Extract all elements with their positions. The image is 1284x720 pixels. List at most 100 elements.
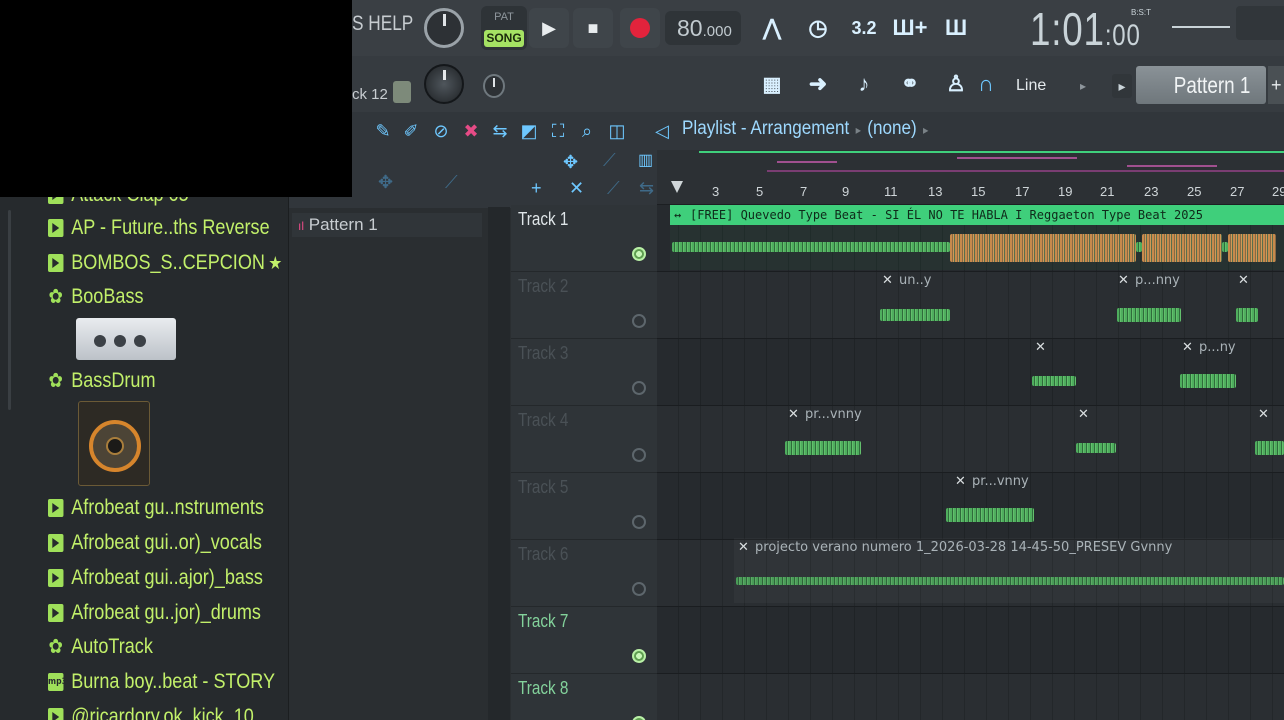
mixer-icon[interactable]: ♙ xyxy=(936,64,976,104)
track-header[interactable]: Track 2 xyxy=(511,272,657,339)
step-edit-icon[interactable]: Ш+ xyxy=(890,8,930,48)
browser-item[interactable]: ✿ AutoTrack xyxy=(48,632,153,662)
track-enable-led[interactable] xyxy=(632,448,646,462)
draw-tool-icon[interactable]: ✎ xyxy=(372,120,394,142)
clip-label[interactable]: ✕ xyxy=(1035,340,1048,355)
browser-item[interactable]: ✿ BooBass xyxy=(48,282,144,312)
bar-number: 21 xyxy=(1100,184,1115,199)
clip-label[interactable]: ✕ pr...vnny xyxy=(955,474,1029,489)
track-header[interactable]: Track 6 xyxy=(511,540,657,607)
keyboard-icon[interactable]: ▦ xyxy=(752,64,792,104)
song-label: SONG xyxy=(484,30,524,47)
track-header[interactable]: Track 1 xyxy=(511,205,657,272)
close-icon[interactable]: ✕ xyxy=(1078,407,1089,422)
track-enable-led[interactable] xyxy=(632,649,646,663)
close-icon[interactable]: ✕ xyxy=(788,407,799,422)
arrow-right-icon[interactable]: ➜ xyxy=(798,64,838,104)
menu-help[interactable]: S HELP xyxy=(352,12,413,36)
close-icon[interactable]: ✕ xyxy=(738,540,749,555)
blend-notes-icon[interactable]: Ш xyxy=(936,8,976,48)
close-icon[interactable]: ✕ xyxy=(1035,340,1046,355)
snap-select[interactable]: Line ▸ xyxy=(1012,72,1094,100)
mute-tool-icon[interactable]: ✖ xyxy=(460,120,482,142)
track-enable-led[interactable] xyxy=(632,515,646,529)
tempo-display[interactable]: 80.000 xyxy=(665,11,741,45)
browser-item[interactable]: Afrobeat gui..ajor)_bass xyxy=(48,563,263,593)
pat-song-toggle[interactable]: PAT SONG xyxy=(481,6,527,50)
track-enable-led[interactable] xyxy=(632,314,646,328)
song-position-clock[interactable]: 1:01:00 xyxy=(1030,2,1141,56)
master-volume-knob[interactable] xyxy=(424,8,464,48)
piano-roll-icon[interactable]: ♪ xyxy=(844,64,884,104)
countdown-icon[interactable]: 3.2 xyxy=(844,8,884,48)
link-icon[interactable]: ⚭ xyxy=(890,64,930,104)
pattern-select[interactable]: Pattern 1 xyxy=(1136,66,1266,104)
close-icon[interactable]: ✕ xyxy=(1258,407,1269,422)
track-lane[interactable] xyxy=(657,674,1284,720)
browser-item[interactable]: AP - Future..ths Reverse xyxy=(48,213,270,243)
pattern-nav-button[interactable]: ▸ xyxy=(1112,74,1132,98)
select-tool-icon[interactable]: ⛶ xyxy=(547,120,569,142)
clip-label[interactable]: ✕ projecto verano numero 1_2026-03-28 14… xyxy=(738,540,1172,555)
track-enable-led[interactable] xyxy=(632,582,646,596)
close-icon[interactable]: ✕ xyxy=(1118,273,1129,288)
track-name: Track 6 xyxy=(518,544,569,564)
browser-item[interactable]: BOMBOS_S..CEPCION ★ xyxy=(48,248,282,278)
close-icon[interactable]: ✕ xyxy=(569,178,584,199)
clip-label[interactable]: ✕ xyxy=(1238,273,1251,288)
mini-slider[interactable] xyxy=(393,81,411,103)
browser-item[interactable]: Afrobeat gu..jor)_drums xyxy=(48,598,261,628)
record-button[interactable] xyxy=(620,8,660,48)
clip-label[interactable]: ✕ un..y xyxy=(882,273,931,288)
pan-knob[interactable] xyxy=(483,74,505,98)
typing-keyboard-icon[interactable]: ⋀ xyxy=(752,8,792,48)
playback-tool-icon[interactable]: ◫ xyxy=(606,120,628,142)
track-lane[interactable] xyxy=(657,607,1284,674)
browser-item[interactable]: Afrobeat gui..or)_vocals xyxy=(48,528,262,558)
browser-item[interactable]: Afrobeat gu..nstruments xyxy=(48,493,264,523)
clip-label[interactable]: ✕ xyxy=(1078,407,1091,422)
track-enable-led[interactable] xyxy=(632,247,646,261)
close-icon[interactable]: ✕ xyxy=(882,273,893,288)
master-pitch-knob[interactable] xyxy=(424,64,464,104)
clip-label[interactable]: ✕ p...nny xyxy=(1118,273,1180,288)
track-header[interactable]: Track 4 xyxy=(511,406,657,473)
add-pattern-button[interactable]: + xyxy=(1268,66,1284,104)
clip-label[interactable]: ✕ pr...vnny xyxy=(788,407,862,422)
browser-item[interactable]: ✿ BassDrum xyxy=(48,366,156,396)
close-icon[interactable]: ✕ xyxy=(1238,273,1249,288)
track-lane[interactable] xyxy=(657,406,1284,473)
browser-scrollbar[interactable] xyxy=(8,210,11,410)
track-header[interactable]: Track 7 xyxy=(511,607,657,674)
clip-label[interactable]: ✕ p...ny xyxy=(1182,340,1236,355)
track-enable-led[interactable] xyxy=(632,381,646,395)
browser-item[interactable]: mp3 Burna boy..beat - STORY xyxy=(48,667,275,697)
stop-button[interactable]: ■ xyxy=(573,8,613,48)
curve-icon[interactable]: ⟋ xyxy=(603,150,616,171)
move-icon[interactable]: ✥ xyxy=(563,152,578,173)
piano-icon[interactable]: ▥ xyxy=(638,150,653,170)
track-lane[interactable] xyxy=(657,272,1284,339)
track-enable-led[interactable] xyxy=(632,716,646,720)
metronome-icon[interactable]: ◷ xyxy=(798,8,838,48)
clip-label[interactable]: ✕ xyxy=(1258,407,1271,422)
slip-tool-icon[interactable]: ⇆ xyxy=(489,120,511,142)
add-track-icon[interactable]: + xyxy=(531,178,542,199)
track-header[interactable]: Track 3 xyxy=(511,339,657,406)
pattern-scrollbar[interactable] xyxy=(488,207,510,720)
play-button[interactable]: ▶ xyxy=(529,8,569,48)
slice-tool-icon[interactable]: ◩ xyxy=(518,120,540,142)
pattern-item[interactable]: ıl Pattern 1 xyxy=(292,213,482,237)
close-icon[interactable]: ✕ xyxy=(955,474,966,489)
delete-tool-icon[interactable]: ⊘ xyxy=(430,120,452,142)
playhead-marker[interactable] xyxy=(671,181,683,193)
selection-label[interactable]: (none) xyxy=(867,118,916,139)
track-header[interactable]: Track 8 xyxy=(511,674,657,720)
close-icon[interactable]: ✕ xyxy=(1182,340,1193,355)
browser-item[interactable]: @ricardory.ok_kick_10 xyxy=(48,702,254,720)
track-header[interactable]: Track 5 xyxy=(511,473,657,540)
audio-clip-title[interactable]: [FREE] Quevedo Type Beat - SI ÉL NO TE H… xyxy=(670,205,1284,225)
playlist-overview[interactable] xyxy=(657,150,1284,178)
paint-tool-icon[interactable]: ✐ xyxy=(400,120,422,142)
zoom-tool-icon[interactable]: ⌕ xyxy=(576,120,598,142)
